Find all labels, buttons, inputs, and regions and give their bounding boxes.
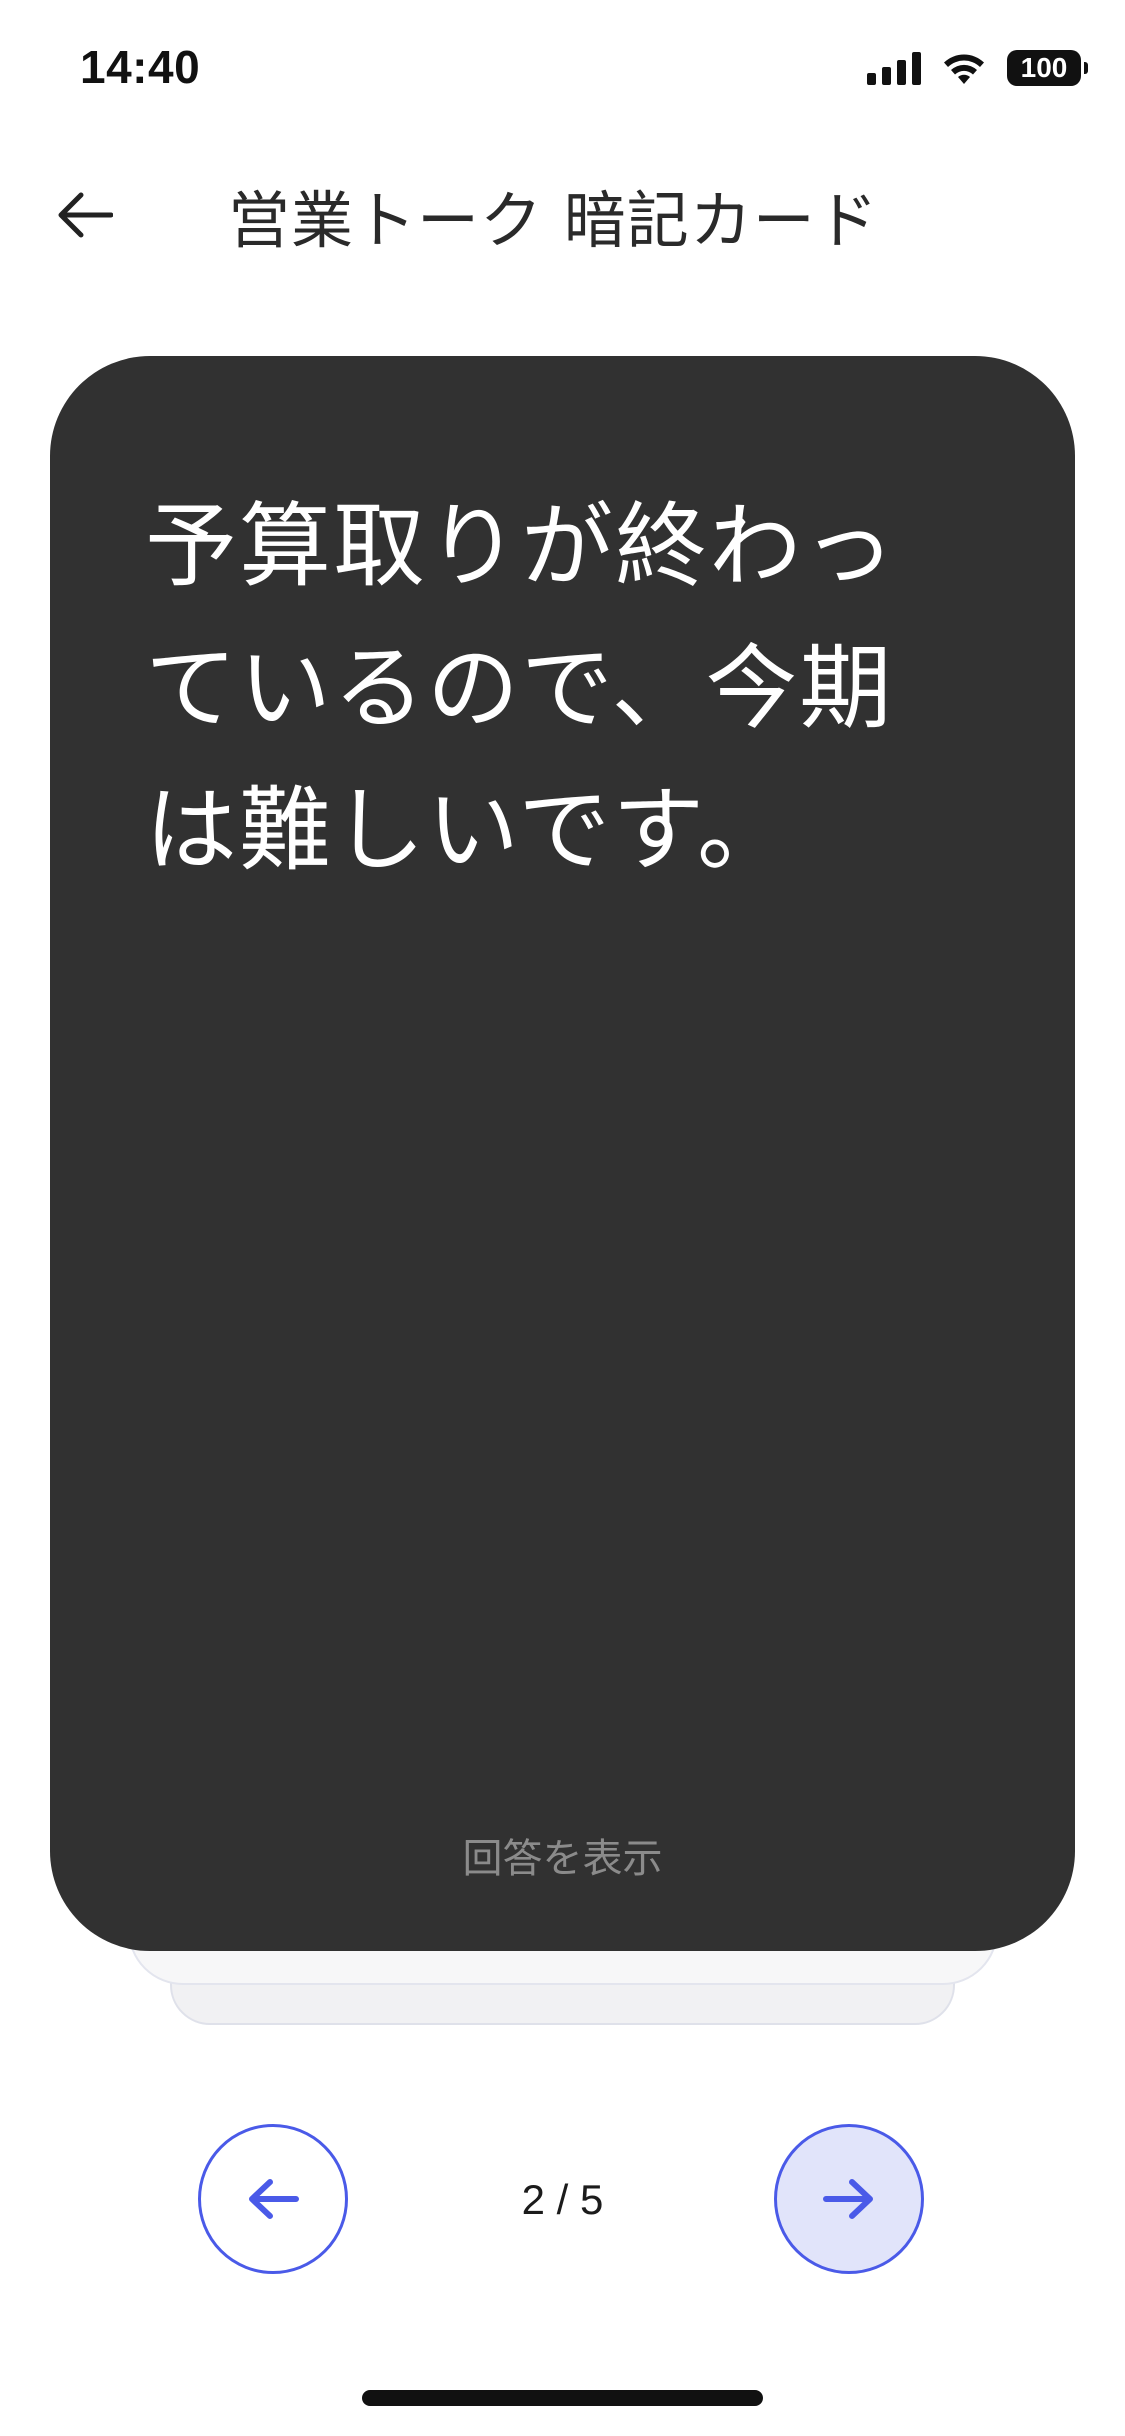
home-indicator[interactable] <box>362 2390 763 2406</box>
next-card-button[interactable] <box>774 2124 924 2274</box>
flashcard-screen: 14:40 100 営業トーク 暗記カード 予算取りが終わっているので、今期は難… <box>0 0 1125 2436</box>
show-answer-button[interactable]: 回答を表示 <box>50 1826 1075 1884</box>
arrow-right-icon <box>823 2179 873 2219</box>
card-counter: 2 / 5 <box>521 2176 604 2223</box>
status-time: 14:40 <box>80 41 201 93</box>
arrow-left-icon <box>58 192 113 238</box>
status-icons: 100 <box>867 44 1088 92</box>
flashcard[interactable]: 予算取りが終わっているので、今期は難しいです。 回答を表示 <box>50 356 1075 1951</box>
wifi-icon <box>944 54 984 84</box>
battery-icon: 100 <box>1007 50 1088 86</box>
signal-icon <box>867 51 921 85</box>
card-question-text: 予算取りが終わっているので、今期は難しいです。 <box>145 493 898 884</box>
back-button[interactable] <box>50 180 120 250</box>
page-title: 営業トーク 暗記カード <box>228 184 879 257</box>
